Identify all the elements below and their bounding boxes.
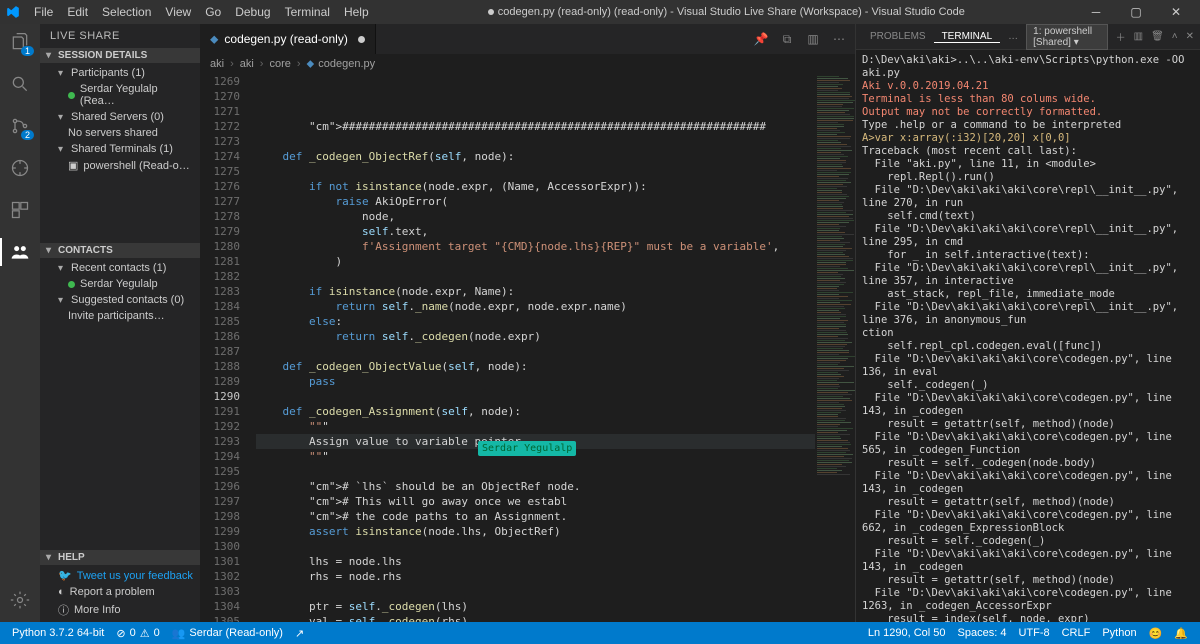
- terminal-icon: ▣: [68, 159, 78, 172]
- window-title: codegen.py (read-only) (read-only) - Vis…: [375, 6, 1078, 18]
- explorer-icon[interactable]: 1: [8, 30, 32, 54]
- sidebar-item-no-servers: No servers shared: [40, 125, 200, 141]
- vscode-icon: [6, 5, 20, 19]
- presence-dot-icon: [68, 281, 75, 288]
- sidebar-help-report[interactable]: ◐Report a problem: [40, 584, 200, 600]
- sidebar-help-info[interactable]: ⓘMore Info: [40, 600, 200, 620]
- menu-edit[interactable]: Edit: [61, 3, 94, 21]
- panel-tab-problems[interactable]: PROBLEMS: [862, 31, 934, 42]
- presence-dot-icon: [68, 92, 75, 99]
- terminal-output[interactable]: D:\Dev\aki\aki>..\..\aki-env\Scripts\pyt…: [856, 50, 1200, 622]
- source-control-icon[interactable]: 2: [8, 114, 32, 138]
- menu-view[interactable]: View: [159, 3, 197, 21]
- kill-terminal-icon[interactable]: 🗑: [1151, 31, 1164, 42]
- sidebar-item-terminal[interactable]: ▣powershell (Read-o…: [40, 157, 200, 174]
- status-python[interactable]: Python 3.7.2 64-bit: [6, 627, 110, 639]
- split-icon[interactable]: ▥: [805, 32, 821, 47]
- pin-icon[interactable]: 📌: [753, 32, 769, 47]
- status-feedback-icon[interactable]: 😊: [1143, 627, 1169, 640]
- maximize-panel-icon[interactable]: ˄: [1172, 31, 1178, 42]
- menu-terminal[interactable]: Terminal: [279, 3, 336, 21]
- code-area[interactable]: Serdar Yegulalp "cm">###################…: [250, 74, 815, 622]
- status-notifications-icon[interactable]: 🔔: [1168, 627, 1194, 640]
- gutter: 1269127012711272127312741275127612771278…: [200, 74, 250, 622]
- sidebar-help-tweet[interactable]: 🐦Tweet us your feedback: [40, 567, 200, 584]
- editor[interactable]: 1269127012711272127312741275127612771278…: [200, 74, 855, 622]
- panel-tab-more[interactable]: …: [1000, 31, 1026, 42]
- window-close[interactable]: ✕: [1158, 1, 1194, 23]
- tab-bar: ⬥ codegen.py (read-only) 📌 ⧉ ▥ ⋯: [200, 24, 855, 54]
- status-eol[interactable]: CRLF: [1056, 627, 1097, 639]
- debug-icon[interactable]: [8, 156, 32, 180]
- sidebar-item-shared-servers[interactable]: ▾Shared Servers (0): [40, 109, 200, 125]
- sidebar-item-recent-contacts[interactable]: ▾Recent contacts (1): [40, 260, 200, 276]
- menu-go[interactable]: Go: [199, 3, 227, 21]
- twitter-icon: 🐦: [58, 569, 72, 582]
- split-terminal-icon[interactable]: ▥: [1134, 31, 1143, 42]
- python-file-icon: ⬥: [210, 32, 218, 47]
- sidebar-item-suggested-contacts[interactable]: ▾Suggested contacts (0): [40, 292, 200, 308]
- terminal-selector[interactable]: 1: powershell [Shared] ▾: [1026, 24, 1107, 50]
- status-lang[interactable]: Python: [1096, 627, 1142, 639]
- panel-tab-terminal[interactable]: TERMINAL: [934, 31, 1001, 43]
- sidebar-title: LIVE SHARE: [40, 24, 200, 48]
- menu-help[interactable]: Help: [338, 3, 375, 21]
- live-cursor-badge: Serdar Yegulalp: [478, 441, 576, 456]
- status-liveshare[interactable]: 👥 Serdar (Read-only): [166, 627, 289, 640]
- editor-group: ⬥ codegen.py (read-only) 📌 ⧉ ▥ ⋯ aki› ak…: [200, 24, 855, 622]
- status-share-icon[interactable]: ↗: [289, 627, 310, 640]
- section-help[interactable]: ▾HELP: [40, 550, 200, 565]
- section-contacts[interactable]: ▾CONTACTS: [40, 243, 200, 258]
- sidebar-item-shared-terminals[interactable]: ▾Shared Terminals (1): [40, 141, 200, 157]
- panel: PROBLEMS TERMINAL … 1: powershell [Share…: [855, 24, 1200, 622]
- minimap[interactable]: [815, 74, 855, 622]
- menu-bar: File Edit Selection View Go Debug Termin…: [28, 3, 375, 21]
- settings-icon[interactable]: [8, 588, 32, 612]
- compare-icon[interactable]: ⧉: [779, 32, 795, 47]
- sidebar-item-participant[interactable]: Serdar Yegulalp (Rea…: [40, 81, 200, 109]
- titlebar: File Edit Selection View Go Debug Termin…: [0, 0, 1200, 24]
- menu-file[interactable]: File: [28, 3, 59, 21]
- close-panel-icon[interactable]: ✕: [1186, 31, 1194, 42]
- status-errors[interactable]: ⊘ 0 ⚠ 0: [110, 627, 165, 640]
- liveshare-icon[interactable]: [8, 240, 32, 264]
- status-spaces[interactable]: Spaces: 4: [952, 627, 1013, 639]
- window-maximize[interactable]: ▢: [1118, 1, 1154, 23]
- breadcrumb[interactable]: aki› aki› core› ⬥codegen.py: [200, 54, 855, 74]
- info-icon: ⓘ: [58, 602, 69, 618]
- new-terminal-icon[interactable]: ＋: [1116, 29, 1126, 44]
- section-session-details[interactable]: ▾SESSION DETAILS: [40, 48, 200, 63]
- status-encoding[interactable]: UTF-8: [1012, 627, 1055, 639]
- menu-selection[interactable]: Selection: [96, 3, 157, 21]
- extensions-icon[interactable]: [8, 198, 32, 222]
- sidebar: LIVE SHARE ▾SESSION DETAILS ▾Participant…: [40, 24, 200, 622]
- modified-dot-icon: [358, 36, 365, 43]
- activity-bar: 1 2: [0, 24, 40, 622]
- status-bar: Python 3.7.2 64-bit ⊘ 0 ⚠ 0 👥 Serdar (Re…: [0, 622, 1200, 644]
- more-icon[interactable]: ⋯: [831, 32, 847, 47]
- search-icon[interactable]: [8, 72, 32, 96]
- sidebar-item-invite[interactable]: Invite participants…: [40, 308, 200, 324]
- status-ln-col[interactable]: Ln 1290, Col 50: [862, 627, 952, 639]
- sidebar-item-participants[interactable]: ▾Participants (1): [40, 65, 200, 81]
- github-icon: ◐: [58, 586, 65, 598]
- window-minimize[interactable]: ─: [1078, 1, 1114, 23]
- menu-debug[interactable]: Debug: [229, 3, 276, 21]
- tab-codegen[interactable]: ⬥ codegen.py (read-only): [200, 24, 376, 54]
- sidebar-item-contact[interactable]: Serdar Yegulalp: [40, 276, 200, 292]
